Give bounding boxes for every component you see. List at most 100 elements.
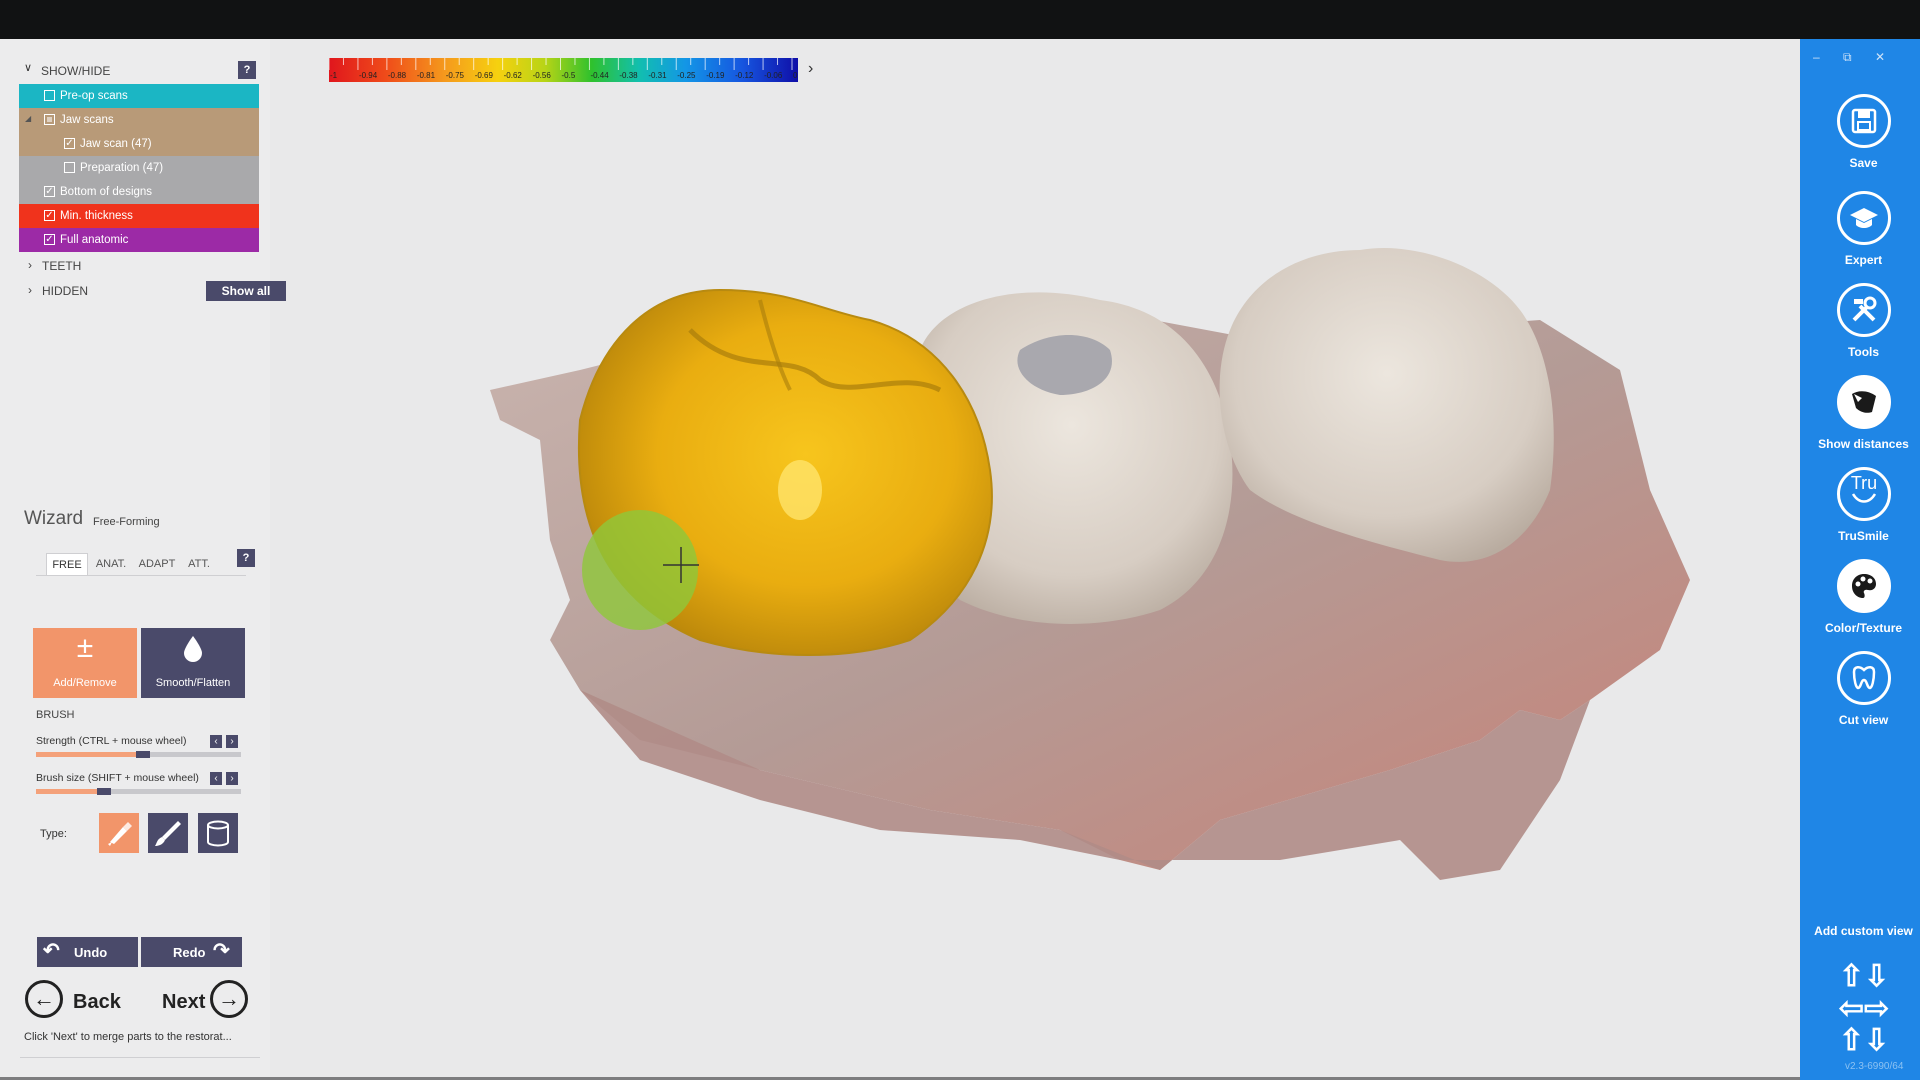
type-brush-button[interactable] (148, 813, 188, 853)
type-paint-roller-button[interactable] (99, 813, 139, 853)
redo-label: Redo (173, 945, 206, 960)
show-hide-row-label: Min. thickness (60, 210, 133, 222)
arrow-right-icon[interactable]: ⇨ (1864, 992, 1889, 1025)
crosshair-cursor-icon (663, 547, 699, 583)
brush-size-slider[interactable]: Brush size (SHIFT + mouse wheel) ‹ › (36, 772, 242, 802)
arrow-up-icon[interactable]: ⇧ (1839, 1024, 1864, 1057)
scale-tick-label: -0.56 (532, 71, 551, 80)
tools-label: Tools (1847, 345, 1880, 359)
chevron-right-icon: › (28, 258, 32, 272)
redo-icon: ↷ (213, 940, 230, 962)
scale-expand-arrow[interactable]: › (808, 60, 813, 78)
visibility-checkbox[interactable] (64, 162, 75, 173)
brush-size-decrease-button[interactable]: ‹ (210, 772, 222, 785)
redo-button[interactable]: Redo ↷ (141, 937, 242, 967)
expand-triangle-icon[interactable]: ◢ (25, 114, 31, 123)
trusmile-glyph: Tru (1850, 473, 1878, 493)
visibility-checkbox[interactable]: ✓ (64, 138, 75, 149)
back-label: Back (73, 991, 121, 1013)
show-hide-row-label: Jaw scan (47) (80, 138, 152, 150)
cut-view-button[interactable]: Cut view (1800, 651, 1920, 739)
smooth-flatten-button[interactable]: Smooth/Flatten (141, 628, 245, 698)
tools-icon (1837, 283, 1891, 337)
undo-button[interactable]: ↶ Undo (37, 937, 138, 967)
crown-highlight (778, 460, 822, 520)
teeth-section[interactable]: › TEETH (28, 256, 260, 276)
arrow-right-icon: → (210, 980, 248, 1018)
show-all-button[interactable]: Show all (206, 281, 286, 301)
strength-track[interactable] (36, 751, 241, 758)
strength-knob[interactable] (135, 751, 150, 758)
scale-tick-label: -0.19 (706, 71, 725, 80)
show-hide-row[interactable]: ✓ Bottom of designs (19, 180, 259, 204)
brush-size-knob[interactable] (96, 788, 111, 795)
arrow-down-icon[interactable]: ⇩ (1864, 960, 1889, 993)
arrow-down-icon[interactable]: ⇩ (1864, 1024, 1889, 1057)
show-hide-row[interactable]: Preparation (47) (19, 156, 259, 180)
brush-icon (155, 821, 181, 846)
expert-label: Expert (1844, 253, 1883, 267)
3d-viewport[interactable] (460, 220, 1700, 900)
show-hide-header[interactable]: ∨ SHOW/HIDE (24, 61, 260, 81)
visibility-checkbox[interactable] (44, 114, 55, 125)
show-hide-row[interactable]: ✓ Full anatomic (19, 228, 259, 252)
color-texture-button[interactable]: Color/Texture (1800, 559, 1920, 647)
show-hide-row-label: Pre-op scans (60, 90, 128, 102)
expert-button[interactable]: Expert (1800, 191, 1920, 279)
show-hide-row[interactable]: ✓ Jaw scan (47) (19, 132, 259, 156)
show-hide-row[interactable]: ◢ Jaw scans (19, 108, 259, 132)
restore-icon[interactable]: ⧉ (1843, 50, 1852, 65)
scale-tick-label: -0.25 (677, 71, 696, 80)
brush-size-track[interactable] (36, 788, 241, 795)
brush-size-increase-button[interactable]: › (226, 772, 238, 785)
close-icon[interactable]: ✕ (1875, 50, 1885, 64)
show-hide-list: Pre-op scans ◢ Jaw scans ✓ Jaw scan (47) Prep… (19, 84, 259, 252)
color-texture-icon (1837, 559, 1891, 613)
strength-slider[interactable]: Strength (CTRL + mouse wheel) ‹ › (36, 735, 242, 765)
tab-att[interactable]: ATT. (184, 553, 214, 575)
scale-tick-label: -0.31 (648, 71, 667, 80)
minimize-icon[interactable]: – (1813, 50, 1820, 64)
arrow-up-icon[interactable]: ⇧ (1839, 960, 1864, 993)
tab-free[interactable]: FREE (46, 553, 88, 575)
show-hide-row-label: Preparation (47) (80, 162, 164, 174)
wizard-header: Wizard Free-Forming (24, 508, 260, 538)
show-hide-row-label: Bottom of designs (60, 186, 153, 198)
cut-view-icon (1837, 651, 1891, 705)
show-hide-row[interactable]: Pre-op scans (19, 84, 259, 108)
undo-icon: ↶ (43, 940, 60, 962)
wizard-subtitle: Free-Forming (93, 516, 160, 528)
type-cylinder-button[interactable] (198, 813, 238, 853)
paint-roller-icon (108, 822, 132, 846)
next-button[interactable]: Next → (160, 980, 256, 1024)
trusmile-icon: Tru (1837, 467, 1891, 521)
strength-decrease-button[interactable]: ‹ (210, 735, 222, 748)
back-button[interactable]: ← Back (25, 980, 125, 1024)
visibility-checkbox[interactable]: ✓ (44, 210, 55, 221)
add-remove-button[interactable]: ± Add/Remove (33, 628, 137, 698)
tools-button[interactable]: Tools (1800, 283, 1920, 371)
view-orientation-arrows-icon[interactable]: ⇧⇩ ⇦⇨ ⇧⇩ (1828, 961, 1900, 1057)
chevron-right-icon: › (28, 283, 32, 297)
brush-size-label: Brush size (SHIFT + mouse wheel) (36, 772, 199, 784)
visibility-checkbox[interactable]: ✓ (44, 234, 55, 245)
tab-anat[interactable]: ANAT. (91, 553, 131, 575)
show-distances-button[interactable]: Show distances (1800, 375, 1920, 463)
show-hide-row-label: Jaw scans (60, 114, 114, 126)
arrow-left-icon: ← (25, 980, 63, 1018)
show-hide-row[interactable]: ✓ Min. thickness (19, 204, 259, 228)
tab-adapt[interactable]: ADAPT (136, 553, 178, 575)
arrow-left-icon[interactable]: ⇦ (1839, 992, 1864, 1025)
visibility-checkbox[interactable]: ✓ (44, 186, 55, 197)
visibility-checkbox[interactable] (44, 90, 55, 101)
hidden-label: HIDDEN (42, 284, 89, 298)
show-hide-help-button[interactable]: ? (238, 61, 256, 79)
scale-labels: -1 -0.94 -0.88 -0.81 -0.75 -0.69 -0.62 -0.56 -0.… (329, 71, 798, 82)
trusmile-button[interactable]: Tru TruSmile (1800, 467, 1920, 555)
graduation-cap-icon (1837, 191, 1891, 245)
hidden-section[interactable]: › HIDDEN Show all (28, 281, 286, 301)
add-custom-view-label[interactable]: Add custom view (1800, 924, 1920, 938)
strength-increase-button[interactable]: › (226, 735, 238, 748)
plus-minus-icon: ± (76, 631, 94, 664)
save-button[interactable]: Save (1800, 94, 1920, 182)
